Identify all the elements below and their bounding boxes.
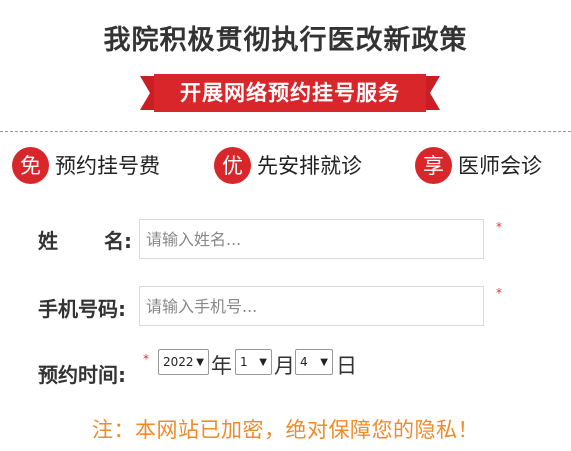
- required-mark: *: [496, 220, 502, 234]
- dashed-divider: [0, 131, 571, 132]
- phone-input[interactable]: [139, 286, 484, 326]
- day-select[interactable]: 4 ▼: [295, 349, 333, 375]
- year-select[interactable]: 2022 ▼: [158, 349, 209, 375]
- dropdown-arrow-icon: ▼: [196, 357, 204, 368]
- free-badge-icon: 免: [12, 146, 49, 184]
- privacy-notice: 注：本网站已加密，绝对保障您的隐私！: [92, 418, 479, 442]
- year-unit: 年: [211, 354, 232, 378]
- feature-label: 预约挂号费: [55, 154, 160, 178]
- month-value: 1: [240, 355, 248, 369]
- enjoy-badge-icon: 享: [415, 146, 452, 184]
- day-value: 4: [300, 355, 308, 369]
- year-value: 2022: [163, 355, 194, 369]
- service-ribbon: 开展网络预约挂号服务: [140, 74, 440, 112]
- month-unit: 月: [274, 354, 295, 378]
- required-mark: *: [143, 352, 149, 366]
- name-label-char: 姓: [38, 229, 58, 253]
- day-unit: 日: [336, 354, 357, 378]
- date-label: 预约时间:: [38, 363, 126, 387]
- feature-priority: 优 先安排就诊: [214, 145, 362, 185]
- page-title: 我院积极贯彻执行医改新政策: [103, 25, 468, 56]
- dropdown-arrow-icon: ▼: [320, 357, 328, 368]
- required-mark: *: [496, 286, 502, 300]
- ribbon-text: 开展网络预约挂号服务: [180, 81, 400, 105]
- priority-badge-icon: 优: [214, 146, 251, 184]
- dropdown-arrow-icon: ▼: [259, 357, 267, 368]
- month-select[interactable]: 1 ▼: [235, 349, 272, 375]
- phone-label: 手机号码:: [38, 297, 126, 321]
- feature-free-fee: 免 预约挂号费: [12, 145, 160, 185]
- feature-consultation: 享 医师会诊: [415, 145, 542, 185]
- name-input[interactable]: [139, 219, 484, 259]
- name-label-char: 名:: [104, 229, 132, 253]
- feature-label: 医师会诊: [458, 154, 542, 178]
- feature-label: 先安排就诊: [257, 154, 362, 178]
